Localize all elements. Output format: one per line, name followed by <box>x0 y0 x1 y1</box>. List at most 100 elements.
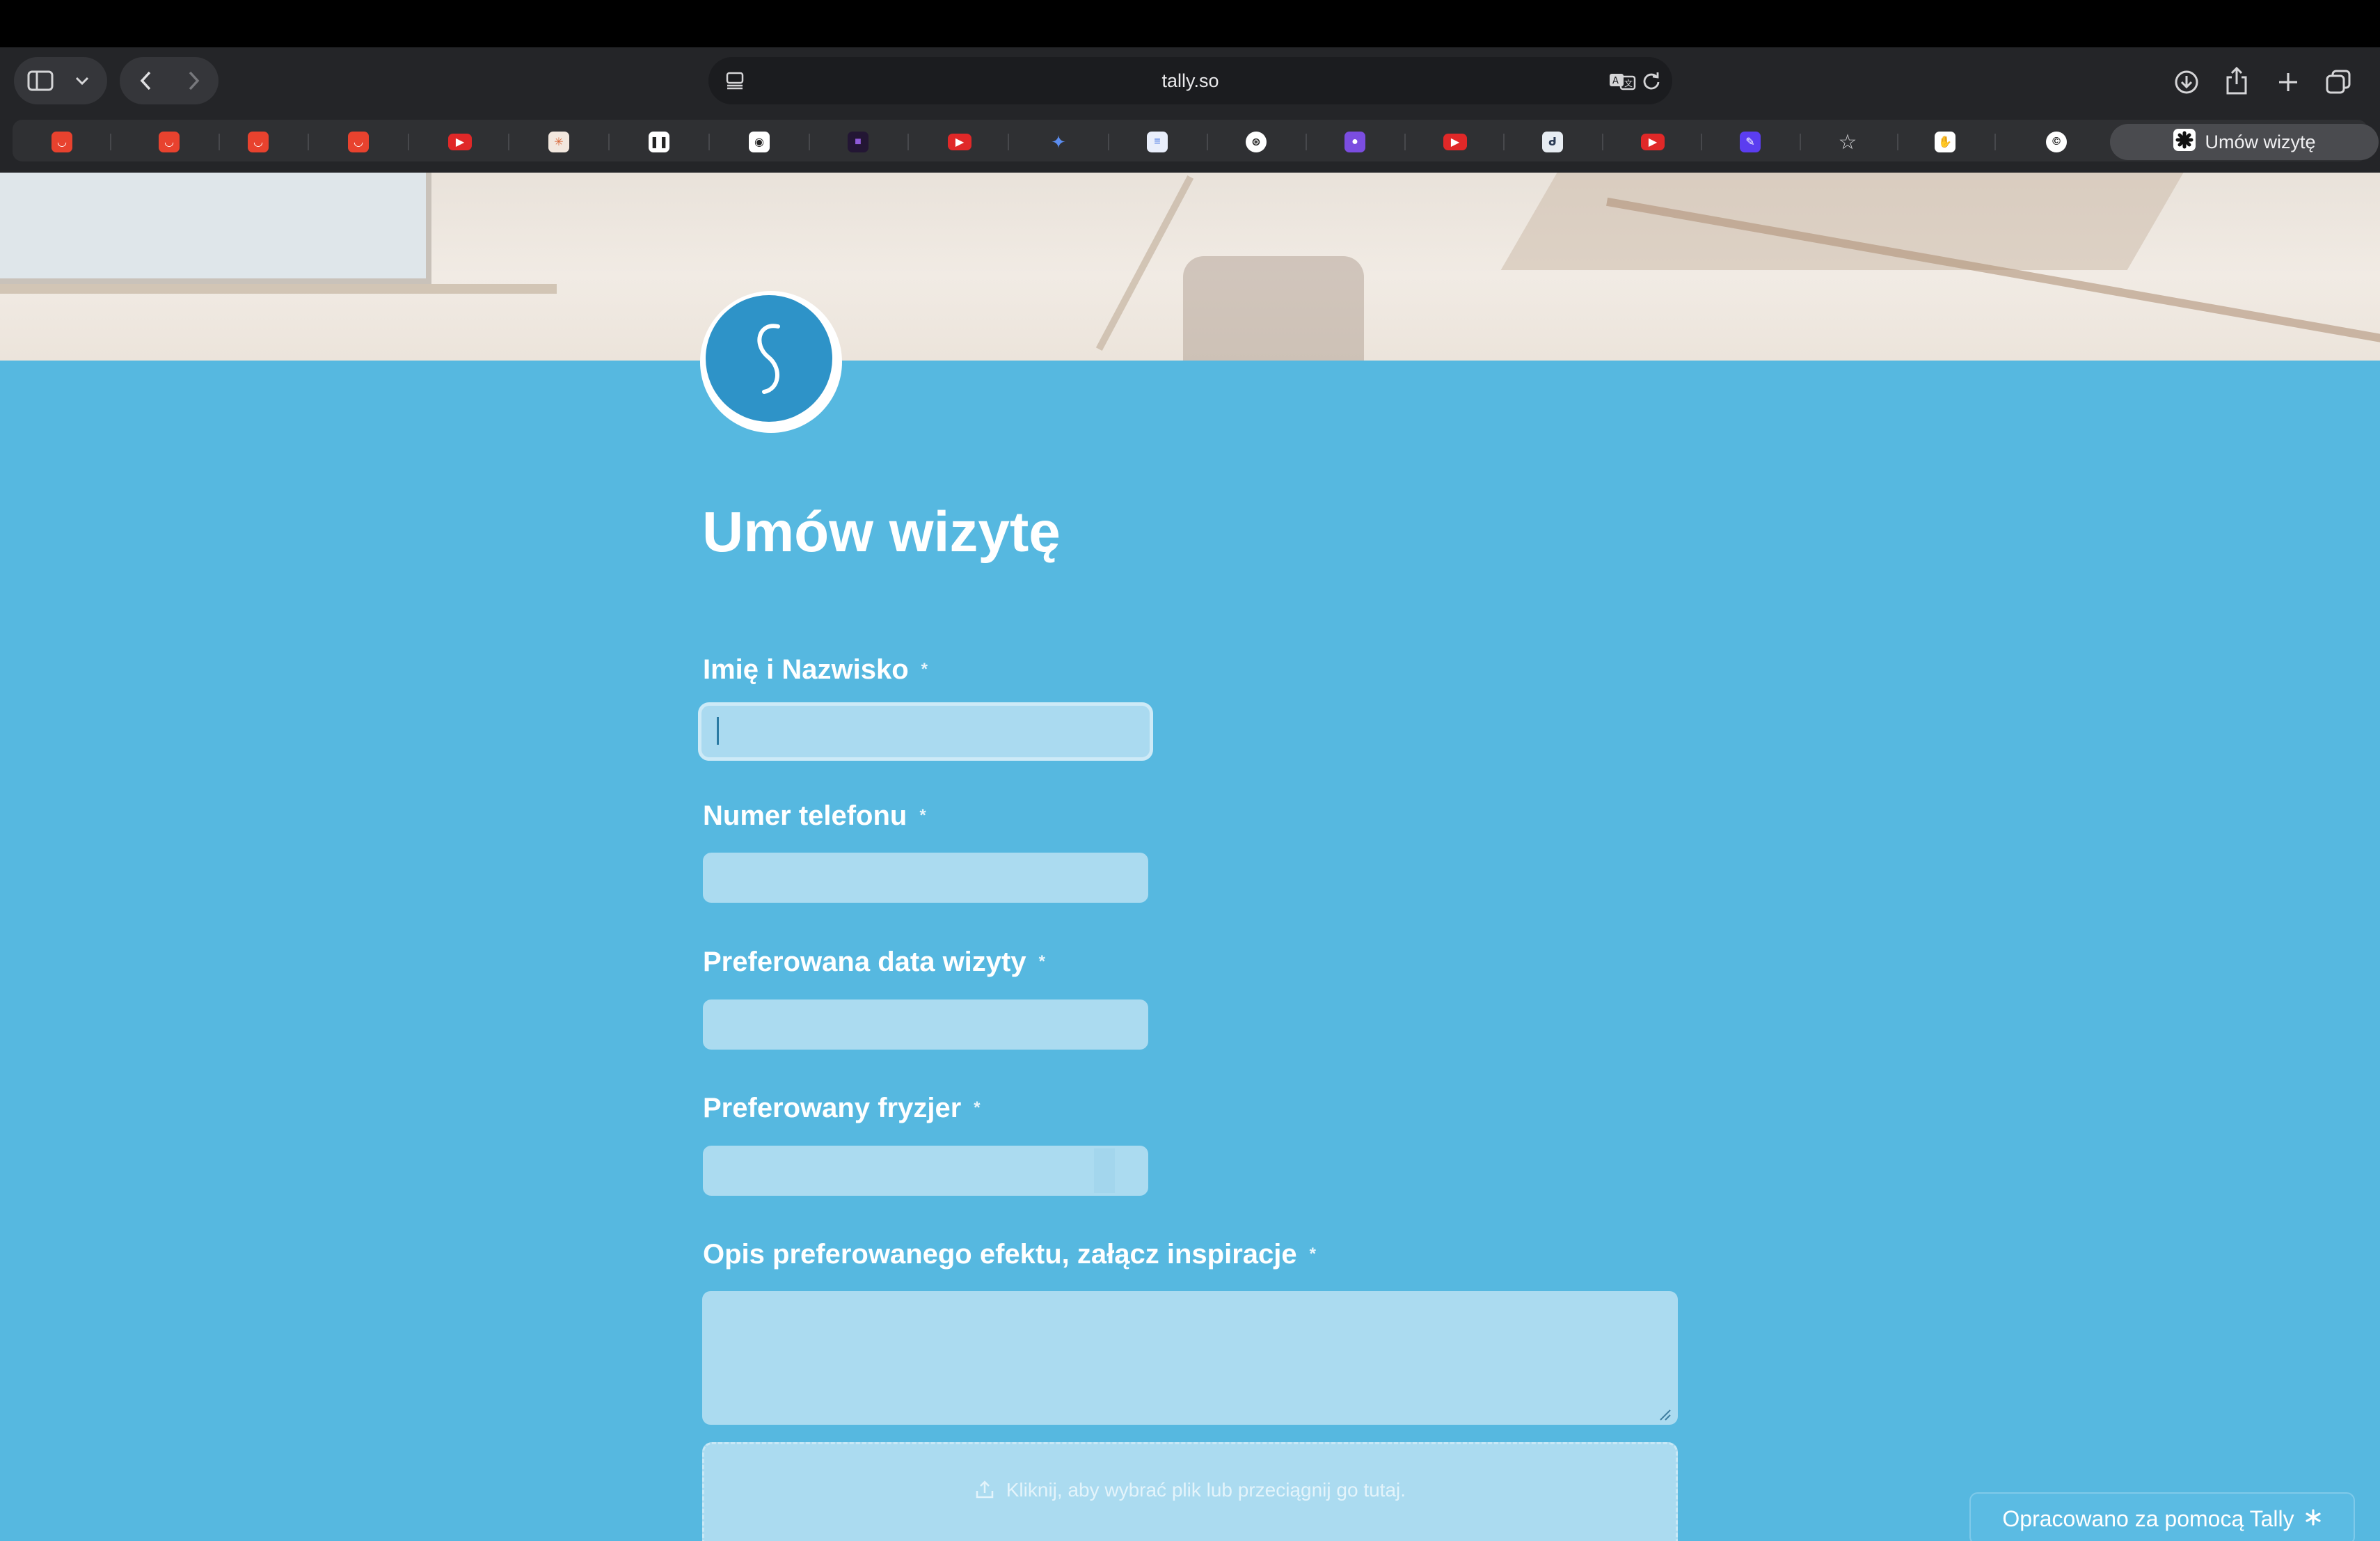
favorite-document-icon[interactable]: ≡ <box>1147 132 1168 152</box>
cover-beam-shape <box>0 284 557 294</box>
favorite-app-icon[interactable]: ■ <box>848 132 868 152</box>
field-label-text: Preferowana data wizyty <box>703 947 1026 977</box>
system-menu-bar <box>0 0 2380 47</box>
text-caret <box>717 717 719 745</box>
svg-text:A: A <box>1612 76 1619 86</box>
favorites-separator <box>608 134 610 150</box>
cover-chair-shape <box>1183 256 1364 361</box>
cover-beam-shape <box>1095 175 1194 351</box>
favorite-pen-icon[interactable]: ✎ <box>1740 132 1761 152</box>
tab-umow-wizyte[interactable]: Umów wizytę <box>2110 124 2379 160</box>
powered-by-text: Opracowano za pomocą Tally <box>2002 1506 2294 1531</box>
favorite-sparkle-icon[interactable]: ✦ <box>1048 132 1069 152</box>
powered-by-tally-badge[interactable]: Opracowano za pomocą Tally <box>1969 1492 2355 1541</box>
field-label-text: Numer telefonu <box>703 800 907 831</box>
field-label-phone: Numer telefonu * <box>703 800 926 832</box>
download-icon[interactable] <box>2171 67 2202 97</box>
favorite-openai-icon[interactable]: ⊛ <box>1246 132 1267 152</box>
favorites-separator <box>1306 134 1307 150</box>
favorite-youtube-icon[interactable]: ▶ <box>1443 134 1467 150</box>
favorites-separator <box>809 134 810 150</box>
favorites-separator <box>1404 134 1406 150</box>
favorites-separator <box>408 134 409 150</box>
favorite-youtube-icon[interactable]: ▶ <box>948 134 971 150</box>
cover-image <box>0 173 2380 361</box>
favorite-sunburst-icon[interactable]: ✳ <box>548 132 569 152</box>
required-marker: * <box>1309 1244 1316 1263</box>
address-bar[interactable]: tally.so A文 <box>708 57 1672 104</box>
history-nav-group <box>120 57 219 104</box>
chevron-down-icon[interactable] <box>70 70 95 92</box>
phone-input[interactable] <box>703 853 1148 903</box>
favorites-separator <box>708 134 710 150</box>
favorite-pause-icon[interactable]: ❚❚ <box>649 132 669 152</box>
favorites-separator <box>1602 134 1603 150</box>
favorites-separator <box>1994 134 1996 150</box>
field-label-description: Opis preferowanego efektu, załącz inspir… <box>703 1239 1316 1270</box>
favorite-shopping-bag-icon[interactable]: ◡ <box>248 132 269 152</box>
upload-hint: Kliknij, aby wybrać plik lub przeciągnij… <box>704 1479 1676 1501</box>
favorites-separator <box>1207 134 1208 150</box>
form-title: Umów wizytę <box>702 500 1061 564</box>
select-handle[interactable] <box>1094 1148 1115 1193</box>
favorite-youtube-icon[interactable]: ▶ <box>1641 134 1665 150</box>
favorites-separator <box>1897 134 1898 150</box>
favorite-record-icon[interactable]: ◉ <box>749 132 770 152</box>
brand-logo <box>700 291 842 433</box>
field-label-text: Imię i Nazwisko <box>703 654 909 685</box>
resize-handle-icon[interactable] <box>1658 1407 1672 1425</box>
tabs-overview-icon[interactable] <box>2323 67 2354 97</box>
screen: tally.so A文 ◡ ◡ ◡ ◡ ▶ ✳ ❚❚ ◉ ■ ▶ ✦ ≡ ⊛ ●… <box>0 0 2380 1541</box>
preferred-hairdresser-select[interactable] <box>703 1146 1148 1196</box>
favorites-separator <box>110 134 111 150</box>
favorites-separator <box>508 134 509 150</box>
cover-window-shape <box>0 173 431 284</box>
favorites-separator <box>1503 134 1505 150</box>
chevron-right-icon[interactable] <box>178 67 209 95</box>
favorites-separator <box>1701 134 1702 150</box>
field-label-preferred-hairdresser: Preferowany fryzjer * <box>703 1093 981 1124</box>
browser-toolbar: tally.so A文 ◡ ◡ ◡ ◡ ▶ ✳ ❚❚ ◉ ■ ▶ ✦ ≡ ⊛ ●… <box>0 47 2380 173</box>
favorites-separator <box>907 134 909 150</box>
field-label-full-name: Imię i Nazwisko * <box>703 654 928 686</box>
field-label-preferred-date: Preferowana data wizyty * <box>703 947 1045 978</box>
favorite-shopping-bag-icon[interactable]: ◡ <box>51 132 72 152</box>
favorite-purple-app-icon[interactable]: ● <box>1344 132 1365 152</box>
favorite-youtube-icon[interactable]: ▶ <box>448 134 472 150</box>
required-marker: * <box>919 806 926 825</box>
favorites-bar: ◡ ◡ ◡ ◡ ▶ ✳ ❚❚ ◉ ■ ▶ ✦ ≡ ⊛ ● ▶ ᑯ ▶ ✎ ☆ ✋… <box>13 120 2379 161</box>
full-name-input[interactable] <box>698 702 1153 761</box>
favorite-shopping-bag-icon[interactable]: ◡ <box>348 132 369 152</box>
favorite-copyright-icon[interactable]: © <box>2046 132 2067 152</box>
share-icon[interactable] <box>2221 64 2252 97</box>
sidebar-toggle-group <box>14 57 107 104</box>
favorites-separator <box>1008 134 1009 150</box>
field-label-text: Opis preferowanego efektu, załącz inspir… <box>703 1239 1297 1270</box>
svg-text:文: 文 <box>1624 78 1633 88</box>
chevron-left-icon[interactable] <box>131 67 161 95</box>
favorites-separator <box>308 134 309 150</box>
required-marker: * <box>921 660 928 679</box>
description-textarea[interactable] <box>702 1291 1678 1425</box>
favorites-separator <box>219 134 220 150</box>
favorite-hand-icon[interactable]: ✋ <box>1935 132 1955 152</box>
favorite-shopping-bag-icon[interactable]: ◡ <box>159 132 180 152</box>
cover-table-shape <box>1500 173 2188 270</box>
logo-mark-icon <box>706 295 832 422</box>
favorite-app-icon[interactable]: ᑯ <box>1542 132 1563 152</box>
favorite-star-icon[interactable]: ☆ <box>1837 131 1858 154</box>
preferred-date-input[interactable] <box>703 999 1148 1050</box>
favorites-separator <box>1800 134 1801 150</box>
sidebar-icon[interactable] <box>26 68 54 93</box>
tally-favicon-icon <box>2173 128 2196 157</box>
required-marker: * <box>974 1098 981 1117</box>
asterisk-icon <box>2304 1506 2322 1532</box>
translate-icon[interactable]: A文 <box>1608 70 1637 92</box>
required-marker: * <box>1038 952 1045 971</box>
tab-title: Umów wizytę <box>2205 131 2316 152</box>
plus-icon[interactable] <box>2273 67 2303 97</box>
reload-icon[interactable] <box>1640 70 1663 92</box>
upload-hint-text: Kliknij, aby wybrać plik lub przeciągnij… <box>1006 1479 1406 1501</box>
favorites-separator <box>1108 134 1109 150</box>
file-upload-dropzone[interactable]: Kliknij, aby wybrać plik lub przeciągnij… <box>702 1442 1678 1541</box>
